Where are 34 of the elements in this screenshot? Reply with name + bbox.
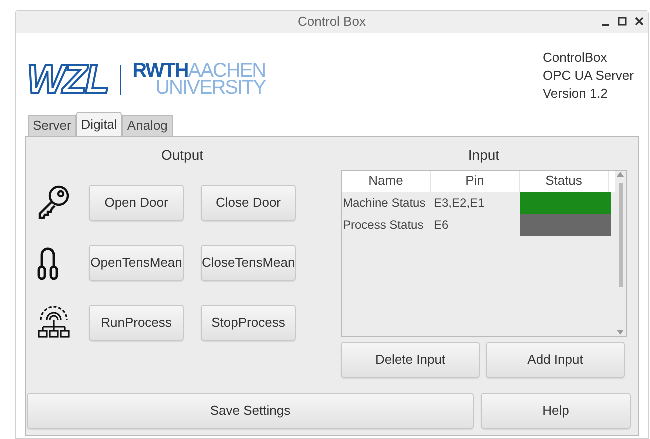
version-info-text: OPC UA Server — [542, 67, 634, 85]
tab[interactable]: Analog — [122, 115, 173, 136]
key-icon — [37, 185, 71, 221]
logo-text: AACHEN — [188, 63, 266, 80]
version-info-text: ControlBox — [542, 49, 608, 67]
column-header[interactable]: Pin — [431, 171, 520, 192]
close-icon[interactable] — [635, 17, 644, 26]
save-settings-button[interactable]: Save Settings — [27, 393, 474, 429]
output-button[interactable]: StopProcess — [201, 305, 296, 341]
table-cell-text: E3,E2,E1 — [433, 195, 486, 212]
output-button[interactable]: Close Door — [201, 185, 296, 221]
table-cell-text: E6 — [433, 217, 450, 234]
output-button[interactable]: CloseTensMean — [201, 245, 296, 281]
logo-text: RWTH — [132, 63, 188, 80]
window-title: Control Box — [298, 13, 366, 32]
wzl-logo: WZL — [27, 60, 108, 100]
tab[interactable]: Server — [28, 115, 76, 136]
output-button[interactable]: RunProcess — [89, 305, 184, 341]
column-header[interactable]: Name — [342, 171, 431, 192]
tab[interactable]: Digital — [76, 112, 122, 136]
output-button[interactable]: OpenTensMean — [89, 245, 184, 281]
input-heading: Input — [467, 146, 501, 165]
table-cell-text: Process Status — [342, 217, 425, 234]
maximize-icon[interactable] — [618, 17, 627, 26]
logo-text: UNIVERSITY — [156, 80, 266, 97]
process-network-icon — [37, 306, 71, 340]
version-info-text: Version 1.2 — [542, 85, 610, 103]
output-button[interactable]: Open Door — [89, 185, 184, 221]
input-button[interactable]: Add Input — [486, 342, 625, 378]
help-button[interactable]: Help — [481, 393, 631, 429]
table-cell-text: Machine Status — [342, 195, 427, 212]
input-button[interactable]: Delete Input — [341, 342, 480, 378]
clamp-icon — [37, 245, 59, 281]
output-heading: Output — [160, 146, 205, 165]
